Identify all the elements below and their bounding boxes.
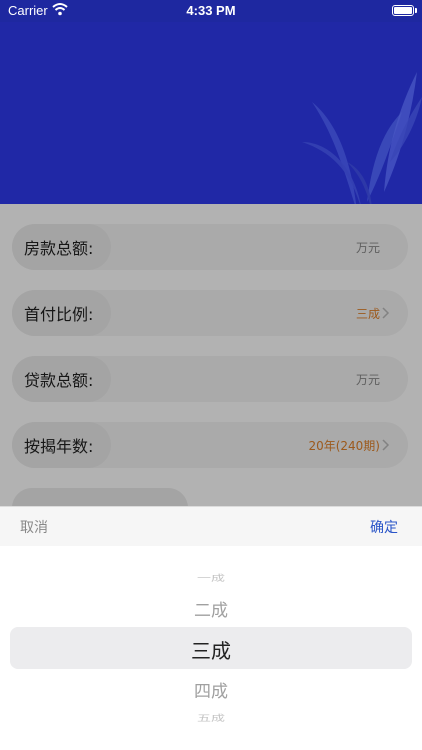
leaf-decoration-icon (302, 72, 422, 204)
confirm-button[interactable]: 确定 (370, 517, 398, 537)
hero-banner (0, 22, 422, 204)
picker-option[interactable]: 五成 (0, 712, 422, 724)
cancel-button[interactable]: 取消 (20, 517, 48, 537)
picker-toolbar: 取消 确定 (0, 506, 422, 546)
picker-option-selected[interactable]: 三成 (0, 635, 422, 664)
battery-tip-icon (415, 8, 417, 13)
down-payment-picker[interactable]: 一成 二成 三成 四成 五成 (0, 546, 422, 750)
battery-icon (392, 5, 414, 16)
status-bar: Carrier 4:33 PM (0, 0, 422, 22)
clock-label: 4:33 PM (186, 3, 236, 18)
picker-option[interactable]: 一成 (0, 572, 422, 584)
modal-dim-overlay[interactable] (0, 204, 422, 506)
picker-option[interactable]: 二成 (0, 596, 422, 621)
picker-option[interactable]: 四成 (0, 677, 422, 702)
